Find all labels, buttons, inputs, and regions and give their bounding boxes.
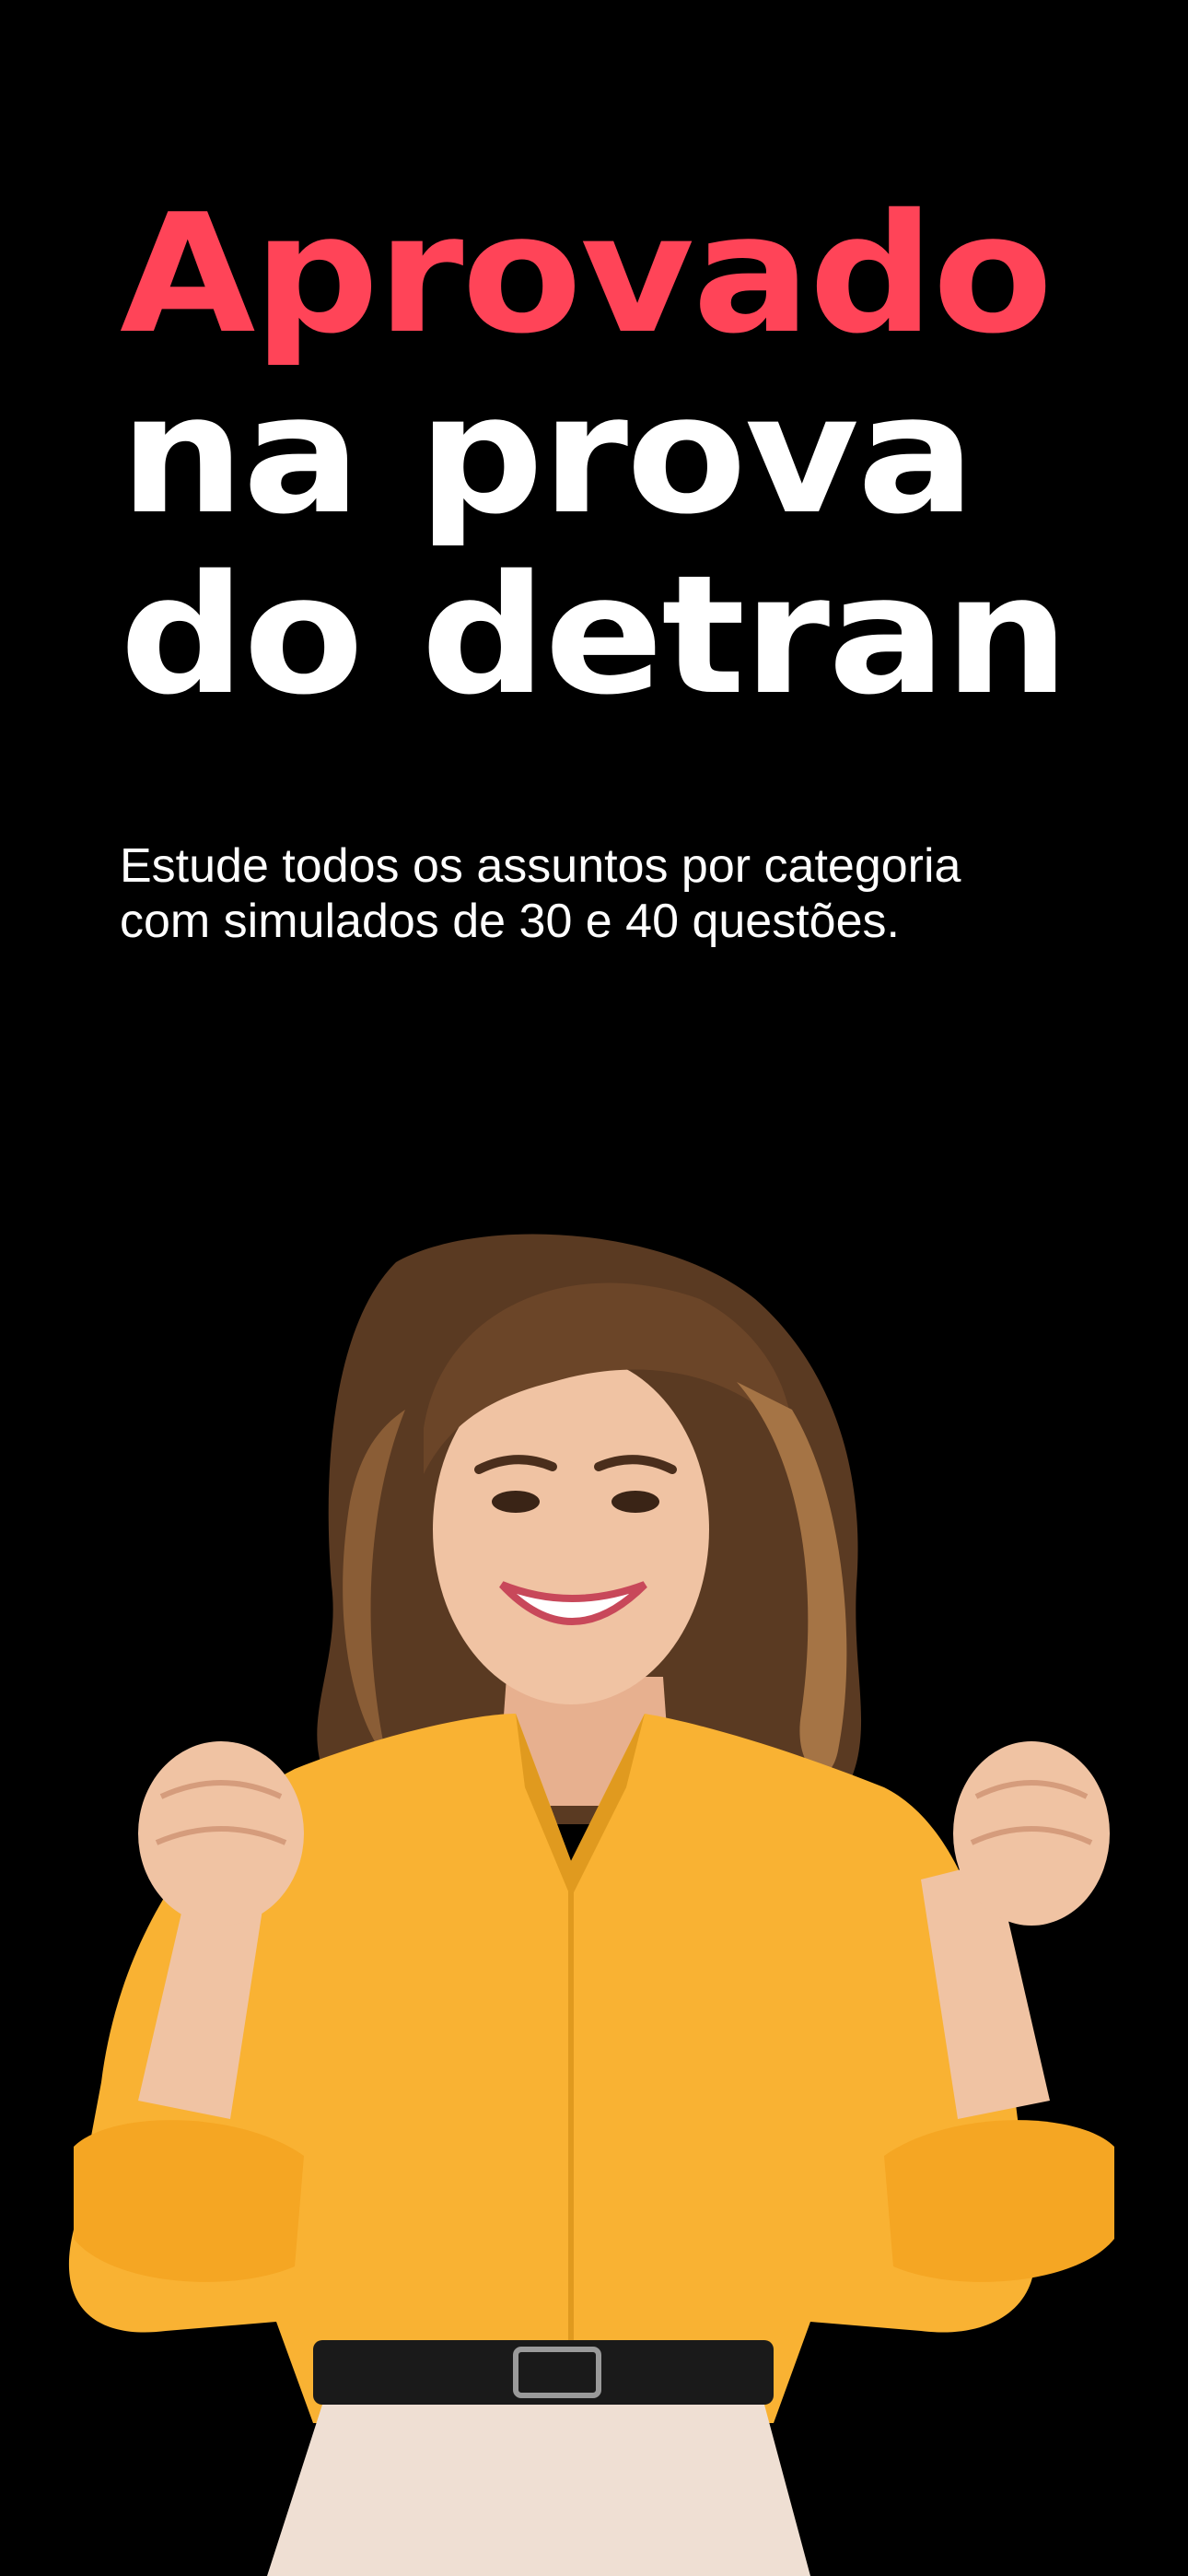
headline: Aprovado na prova do detran xyxy=(120,184,1188,726)
hero-illustration xyxy=(0,1198,1188,2576)
headline-accent-line: Aprovado xyxy=(120,179,1053,369)
left-eye xyxy=(492,1491,540,1513)
subtitle: Estude todos os assuntos por categoria c… xyxy=(120,838,1133,949)
subtitle-line-2: com simulados de 30 e 40 questões. xyxy=(120,895,900,948)
pants xyxy=(267,2405,810,2576)
right-fist xyxy=(953,1741,1110,1926)
subtitle-line-1: Estude todos os assuntos por categoria xyxy=(120,839,961,893)
left-sleeve-cuff xyxy=(74,2120,304,2282)
onboarding-screen: Aprovado na prova do detran Estude todos… xyxy=(0,0,1188,2576)
celebrating-woman-illustration xyxy=(68,1234,1114,2576)
headline-line-2: na prova xyxy=(120,359,975,550)
left-fist xyxy=(138,1741,304,1926)
headline-line-3: do detran xyxy=(120,540,1069,731)
right-eye xyxy=(611,1491,659,1513)
right-sleeve-cuff xyxy=(884,2120,1114,2282)
